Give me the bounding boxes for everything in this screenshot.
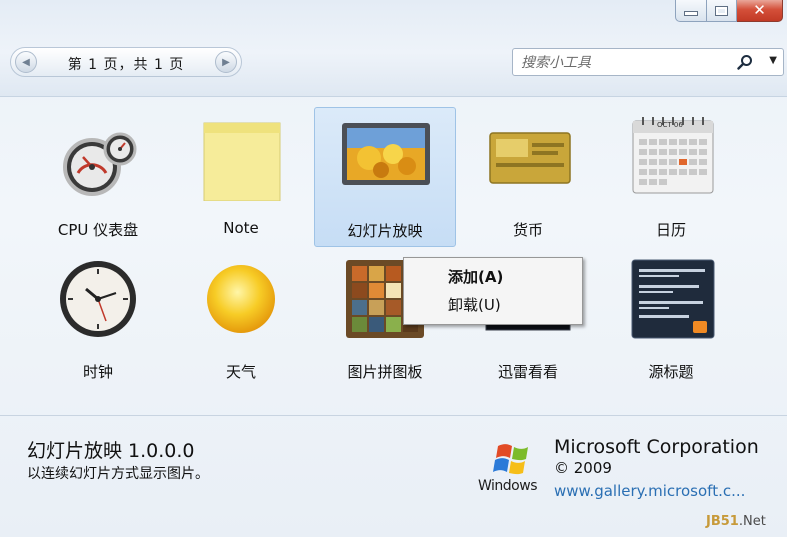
maximize-button[interactable] (707, 0, 737, 22)
chevron-down-icon[interactable]: ▼ (769, 55, 777, 66)
search-input[interactable] (519, 52, 733, 74)
next-page-button[interactable]: ▶ (215, 51, 237, 73)
watermark: JB51.Net (706, 514, 766, 529)
gadget-title: 幻灯片放映 1.0.0.0 (27, 440, 195, 462)
currency-icon (488, 131, 571, 211)
gadget-label: 日历 (655, 221, 686, 239)
gadget-label: 时钟 (82, 363, 113, 381)
watermark-brand: JB51 (706, 514, 739, 529)
context-menu-add[interactable]: 添加(A) (448, 266, 503, 287)
gadget-label: CPU 仪表盘 (57, 221, 139, 239)
weather-icon (201, 259, 281, 339)
gadget-tile-cpu-meter[interactable]: CPU 仪表盘 (27, 107, 169, 247)
feed-headlines-icon (631, 259, 715, 339)
sticky-note-icon (201, 121, 281, 202)
cpu-meter-icon (58, 121, 138, 201)
details-pane: 幻灯片放映 1.0.0.0 以连续幻灯片方式显示图片。 Windows Micr… (0, 416, 787, 537)
gadget-tile-slideshow[interactable]: 幻灯片放映 (314, 107, 456, 247)
gadget-label: 迅雷看看 (497, 363, 558, 381)
toolbar: ✕ ◀ 第 1 页，共 1 页 ▶ ▼ (0, 0, 787, 97)
calendar-month-label: OCT 06 (657, 121, 683, 129)
gadget-tile-note[interactable]: Note (170, 107, 312, 247)
clock-icon (58, 259, 138, 339)
gadget-grid: CPU 仪表盘 Note 幻灯片放映 货币 OCT 06 日历 时钟 天气 图片… (0, 97, 787, 415)
gadget-tile-feed-headlines[interactable]: 源标题 (600, 249, 742, 389)
close-icon: ✕ (753, 1, 766, 19)
search-icon[interactable] (737, 54, 753, 74)
gadget-gallery-window: ✕ ◀ 第 1 页，共 1 页 ▶ ▼ (0, 0, 787, 537)
page-navigator: ◀ 第 1 页，共 1 页 ▶ (10, 47, 242, 77)
gadget-tile-calendar[interactable]: OCT 06 日历 (600, 107, 742, 247)
windows-wordmark: Windows (478, 478, 538, 494)
gadget-label: 天气 (225, 363, 256, 381)
maximize-icon (715, 5, 728, 16)
close-button[interactable]: ✕ (737, 0, 783, 22)
gadget-description: 以连续幻灯片方式显示图片。 (27, 466, 209, 482)
minimize-icon (684, 11, 698, 16)
context-menu: 添加(A) 卸载(U) (403, 257, 583, 325)
watermark-suffix: .Net (738, 514, 766, 529)
gadget-label: Note (223, 219, 259, 237)
calendar-icon: OCT 06 (631, 115, 714, 195)
slideshow-icon (341, 122, 430, 202)
page-indicator: 第 1 页，共 1 页 (67, 57, 185, 73)
gallery-link[interactable]: www.gallery.microsoft.c... (554, 482, 745, 500)
publisher: Microsoft Corporation (554, 436, 759, 458)
chevron-right-icon: ▶ (222, 56, 230, 68)
search-box: ▼ (512, 48, 784, 76)
gadget-label: 幻灯片放映 (347, 222, 423, 240)
gadget-label: 图片拼图板 (347, 363, 423, 381)
context-menu-uninstall[interactable]: 卸载(U) (448, 294, 501, 315)
gadget-label: 源标题 (648, 363, 694, 381)
copyright: © 2009 (554, 459, 612, 477)
gadget-tile-currency[interactable]: 货币 (457, 107, 599, 247)
gadget-label: 货币 (512, 221, 543, 239)
minimize-button[interactable] (675, 0, 707, 22)
window-controls: ✕ (675, 0, 783, 24)
gadget-tile-clock[interactable]: 时钟 (27, 249, 169, 389)
gadget-tile-weather[interactable]: 天气 (170, 249, 312, 389)
